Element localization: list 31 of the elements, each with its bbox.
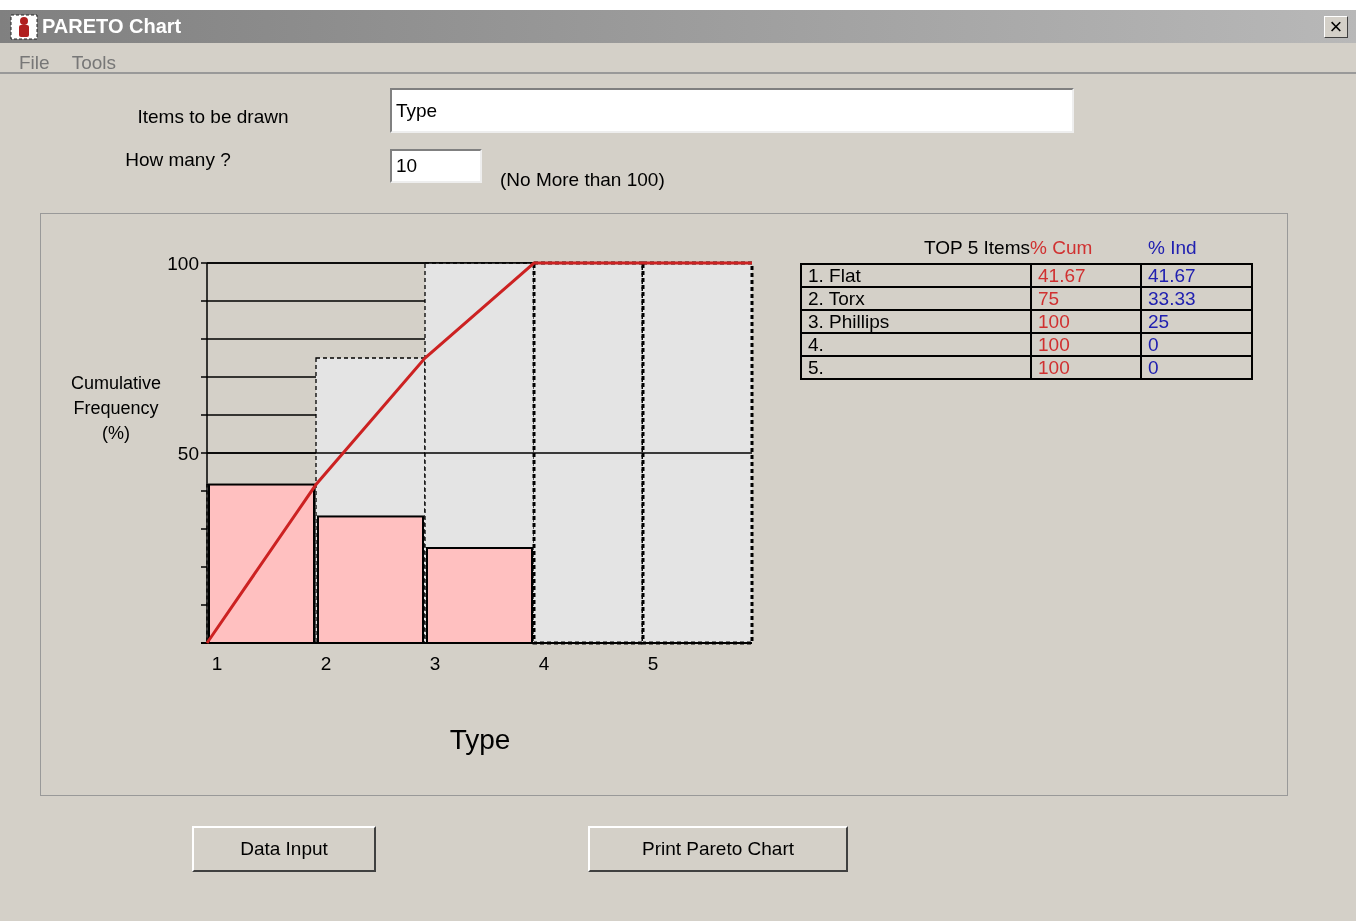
- table-cell: 33.33: [1141, 287, 1252, 310]
- table-cell: 2. Torx: [801, 287, 1031, 310]
- field-label: How many ?: [125, 149, 231, 171]
- table-cell: 100: [1031, 333, 1141, 356]
- x-axis-label: Type: [449, 724, 511, 755]
- x-tick-label: 2: [320, 653, 332, 674]
- x-tick-label: 1: [211, 653, 223, 674]
- y-tick-label: 100: [167, 253, 199, 274]
- table-title: TOP 5 Items: [923, 236, 1030, 259]
- column-header: % Cum: [1030, 236, 1094, 259]
- table-cell: 25: [1141, 310, 1252, 333]
- table-cell: 41.67: [1141, 264, 1252, 287]
- table-cell: 100: [1031, 356, 1141, 379]
- table-cell: 0: [1141, 356, 1252, 379]
- table-cell: 75: [1031, 287, 1141, 310]
- x-tick-label: 4: [538, 653, 550, 674]
- hint-text: (No More than 100): [500, 169, 665, 191]
- window-title: PARETO Chart: [42, 15, 183, 38]
- table-cell: 41.67: [1031, 264, 1141, 287]
- column-header: % Ind: [1147, 236, 1198, 259]
- x-tick-label: 3: [429, 653, 441, 674]
- table-cell: 3. Phillips: [801, 310, 1031, 333]
- table-cell: 4.: [801, 333, 1031, 356]
- table-cell: 0: [1141, 333, 1252, 356]
- table-cell: 1. Flat: [801, 264, 1031, 287]
- field-label: Items to be drawn: [137, 105, 289, 128]
- table-cell: 5.: [801, 356, 1031, 379]
- y-tick-label: 50: [177, 443, 199, 464]
- table-cell: 100: [1031, 310, 1141, 333]
- x-tick-label: 5: [647, 653, 659, 674]
- y-axis-label: Cumulative Frequency (%): [71, 373, 161, 443]
